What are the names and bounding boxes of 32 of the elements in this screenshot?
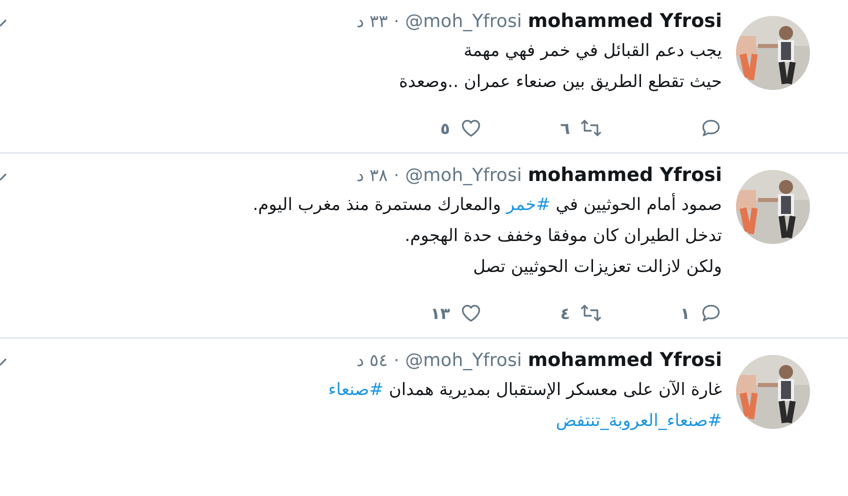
tweet-text: صمود أمام الحوثيين في #خمر والمعارك مستمرة منذ مغرب اليوم. (252, 195, 722, 215)
tweet-text: يجب دعم القبائل في خمر فهي مهمة (464, 41, 722, 61)
hashtag-link[interactable]: #صنعاء (328, 380, 384, 400)
retweet-icon[interactable] (580, 117, 602, 139)
tweet-text: ولكن لازالت تعزيزات الحوثيين تصل (473, 257, 722, 277)
tweet-text: حيث تقطع الطريق بين صنعاء عمران ..وصعدة (399, 72, 722, 92)
separator-dot: · (394, 12, 400, 32)
retweet-icon[interactable] (580, 302, 602, 324)
user-name[interactable]: mohammed Yfrosi (528, 10, 722, 32)
tweet-time[interactable]: ٥٤ د (356, 351, 388, 371)
user-handle[interactable]: @moh_Yfrosi (405, 11, 522, 32)
tweet-text: تدخل الطيران كان موفقا وخفف حدة الهجوم. (404, 226, 722, 246)
reply-icon[interactable] (700, 117, 722, 139)
user-handle[interactable]: @moh_Yfrosi (405, 350, 522, 371)
hashtag-link[interactable]: #صنعاء_العروبة_تنتفض (556, 411, 722, 431)
action-count: ١٣ (430, 304, 450, 322)
user-handle[interactable]: @moh_Yfrosi (405, 165, 522, 186)
heart-icon[interactable] (460, 117, 482, 139)
separator-dot: · (394, 166, 400, 186)
user-name[interactable]: mohammed Yfrosi (528, 164, 722, 186)
action-count: ٦ (560, 118, 570, 138)
action-count: ٥ (440, 118, 450, 138)
tweet-time[interactable]: ٣٣ د (356, 12, 388, 32)
reply-icon[interactable] (700, 302, 722, 324)
tweet-time[interactable]: ٣٨ د (356, 166, 388, 186)
action-count: ٤ (560, 304, 570, 322)
separator-dot: · (394, 351, 400, 371)
tweet-text: غارة الآن على معسكر الإستقبال بمديرية همدان #صنعاء (328, 380, 722, 400)
user-name[interactable]: mohammed Yfrosi (528, 349, 722, 371)
hashtag-link[interactable]: #خمر (506, 195, 550, 215)
action-count: ١ (680, 304, 690, 322)
heart-icon[interactable] (460, 302, 482, 324)
